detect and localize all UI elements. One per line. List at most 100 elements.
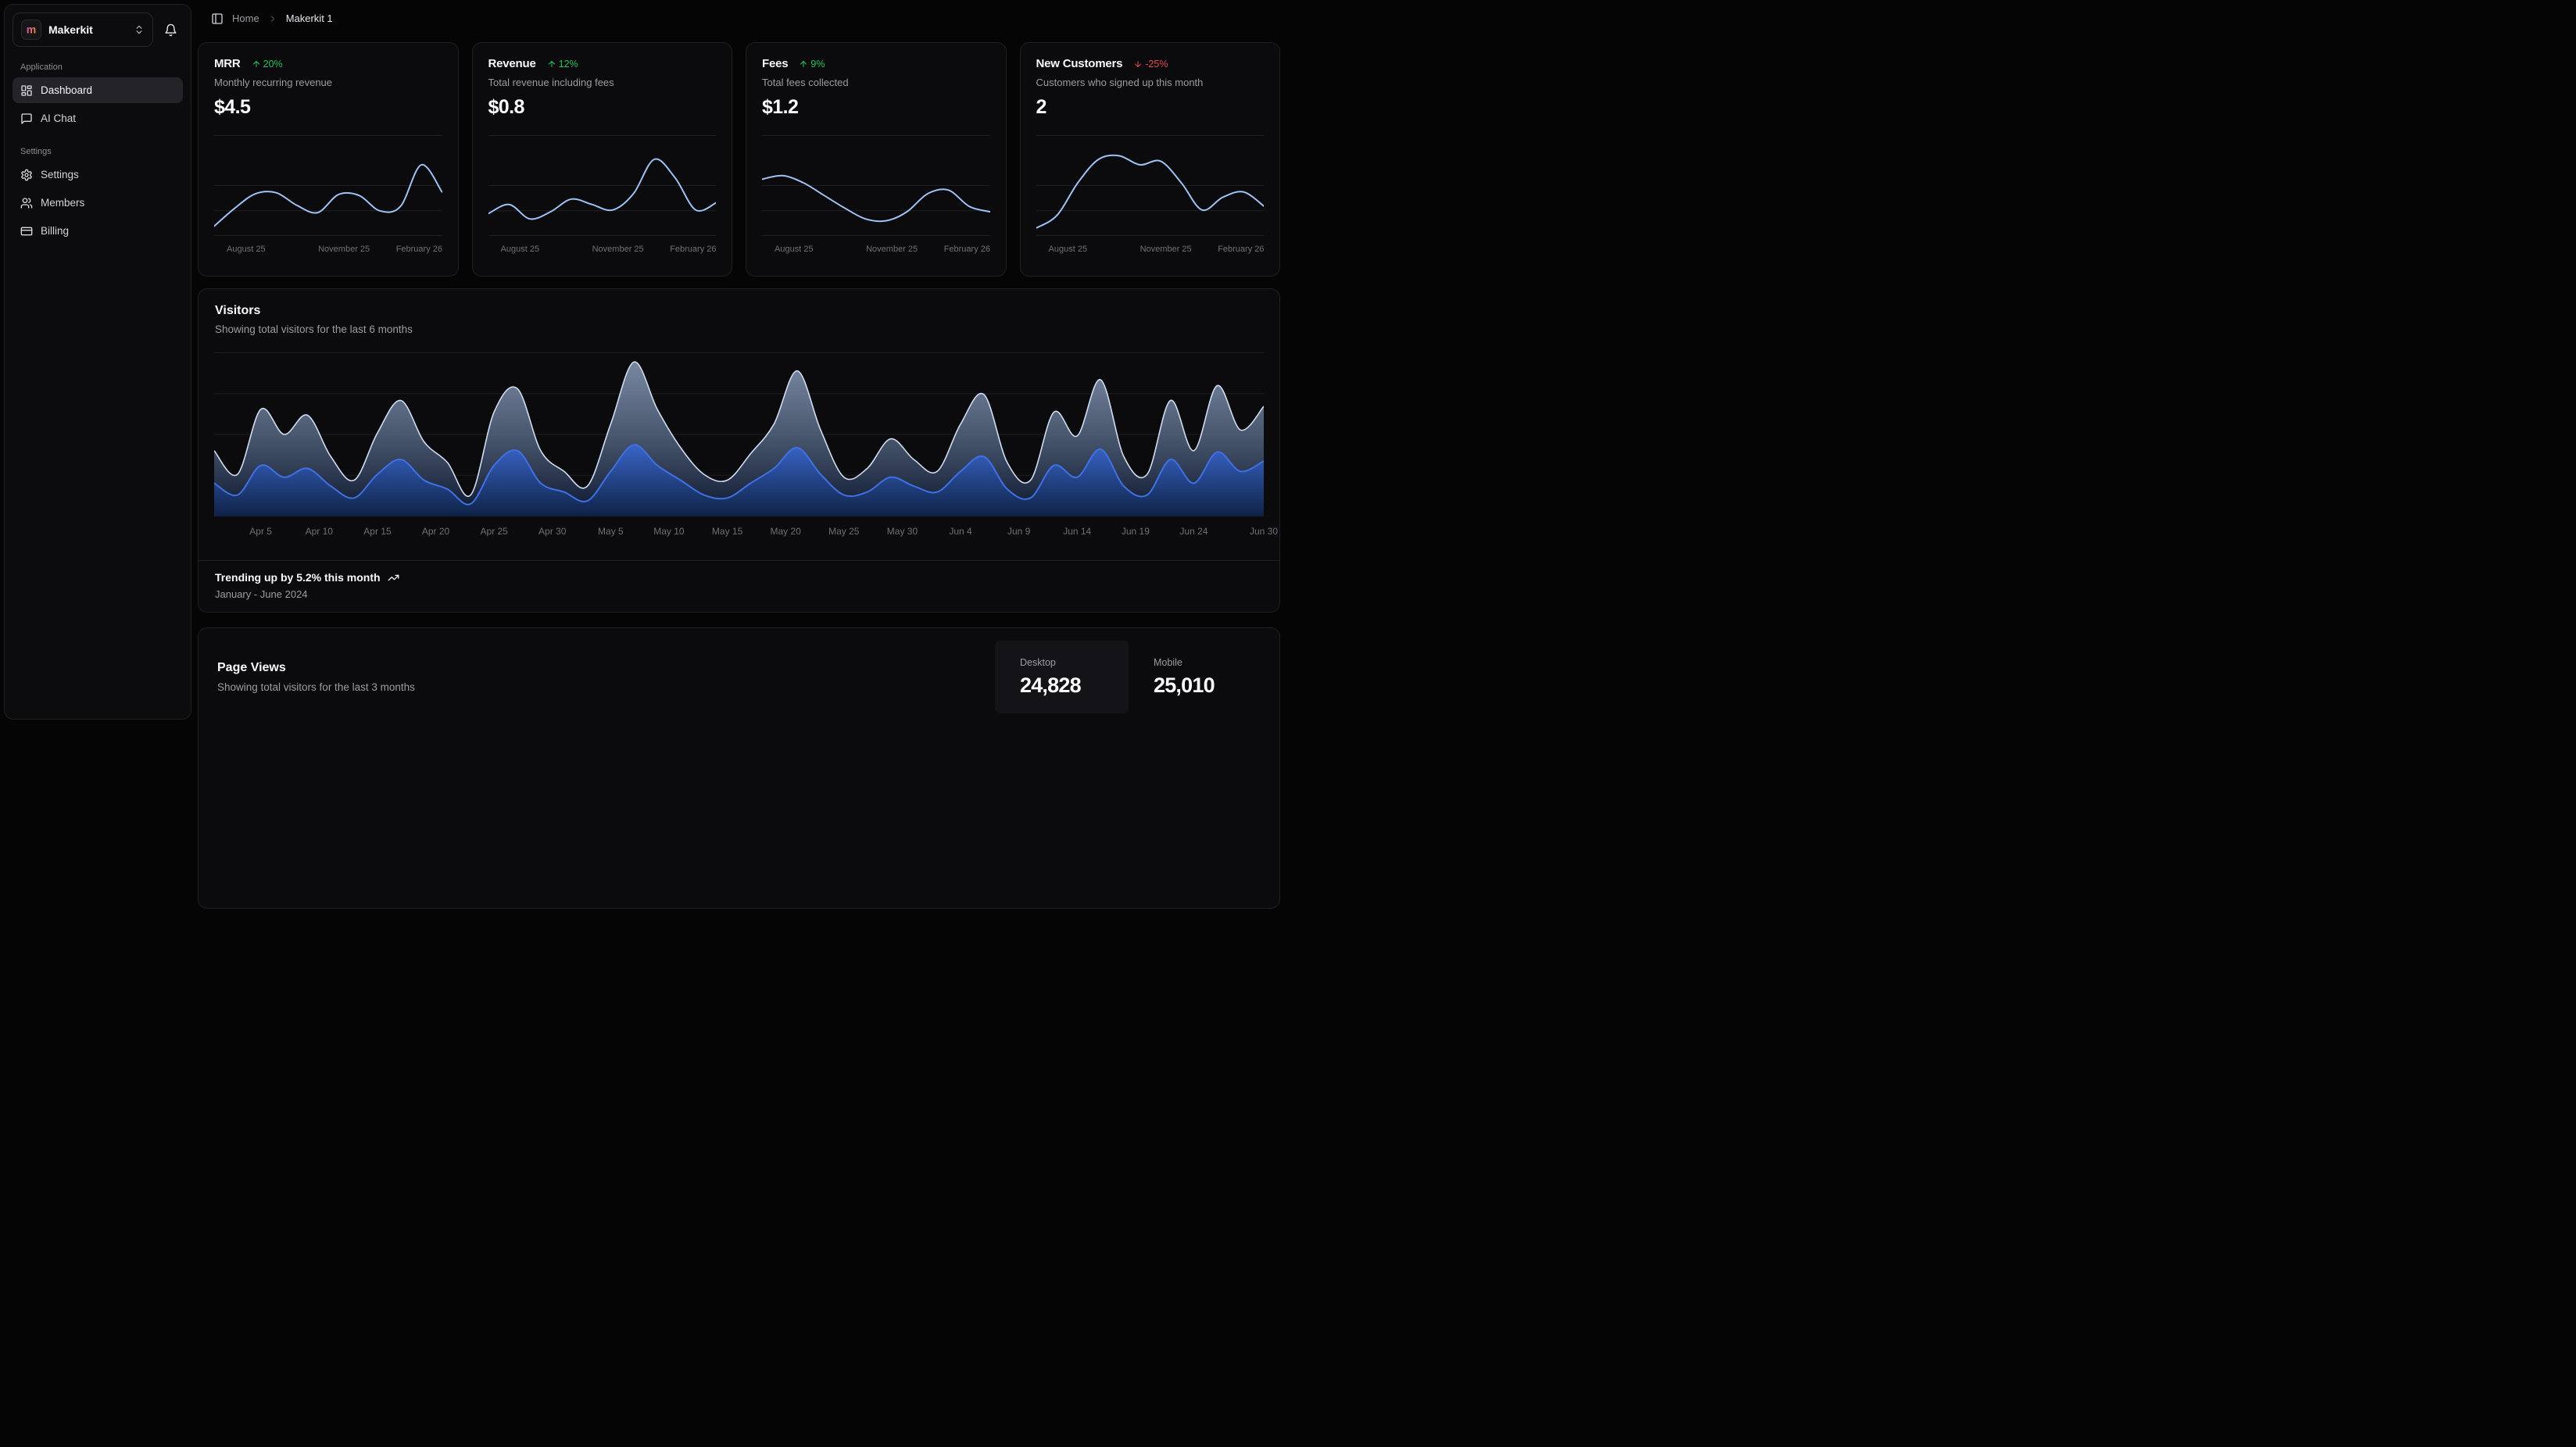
nav-section-label-application: Application [13,63,183,72]
visitors-tick-label: Jun 30 [1250,526,1278,537]
visitors-trend-text: Trending up by 5.2% this month [215,571,381,584]
fees-sparkline [762,135,990,236]
stat-card-subtitle: Total fees collected [762,77,990,88]
chevron-right-icon [268,14,277,23]
trending-up-icon [388,572,399,584]
main-content: Home Makerkit 1 MRR 20% Monthly recurring … [198,0,1280,909]
makerkit-logo-glyph: m [24,23,38,37]
stat-card-title: MRR [214,57,241,70]
users-icon [20,197,33,209]
sparkline-chart [488,135,717,236]
spark-tick-label: August 25 [1049,245,1088,254]
visitors-card-header: Visitors Showing total visitors for the … [199,289,1279,335]
sidebar: m Makerkit Application Dashboard AI Chat Se… [4,4,191,720]
stat-card-value: $0.8 [488,96,717,119]
visitors-card: Visitors Showing total visitors for the … [198,288,1280,613]
visitors-tick-label: Jun 14 [1063,526,1091,537]
visitors-area-chart [214,352,1264,516]
sidebar-item-ai-chat[interactable]: AI Chat [13,105,183,131]
visitors-tick-label: May 5 [598,526,624,537]
spark-tick-label: February 26 [396,245,442,254]
credit-card-icon [20,225,33,238]
trending-up-icon [388,572,399,584]
visitors-tick-label: Jun 4 [949,526,971,537]
stat-card-subtitle: Total revenue including fees [488,77,717,88]
visitors-subtitle: Showing total visitors for the last 6 mo… [215,323,1263,335]
breadcrumb-home-link[interactable]: Home [232,13,259,24]
spark-tick-label: August 25 [501,245,540,254]
stat-card-title: Revenue [488,57,536,70]
sparkline-chart [214,135,442,236]
workspace-name: Makerkit [48,23,127,36]
visitors-tick-label: Apr 10 [306,526,333,537]
stat-delta-badge: 20% [252,59,283,70]
page-views-card: Page Views Showing total visitors for th… [198,627,1280,909]
sidebar-toggle-button[interactable] [211,13,224,25]
stat-delta-value: 20% [263,59,283,70]
arrow-down-icon [1133,59,1143,69]
stat-card-new-customers: New Customers-25%Customers who signed up… [1020,42,1281,277]
page-views-toggles: Desktop 24,828 Mobile 25,010 [995,641,1262,713]
workspace-row: m Makerkit [13,13,183,47]
breadcrumb-current: Makerkit 1 [286,13,333,24]
stat-delta-badge: 12% [547,59,578,70]
spark-tick-label: November 25 [318,245,370,254]
stat-delta-value: -25% [1145,59,1168,70]
sidebar-item-label: Dashboard [41,84,92,96]
page-views-toggle-value: 24,828 [1020,673,1081,698]
stat-card-mrr: MRR20%Monthly recurring revenue$4.5Augus… [198,42,459,277]
stat-delta-value: 9% [810,59,825,70]
notifications-button[interactable] [158,17,183,42]
visitors-tick-label: May 15 [712,526,742,537]
visitors-tick-label: Apr 15 [363,526,391,537]
nav-section-label-settings: Settings [13,147,183,156]
page-views-toggle-label: Desktop [1020,657,1056,668]
sidebar-nav: Application Dashboard AI Chat Settings Setti… [13,63,183,244]
stat-card-title: New Customers [1036,57,1123,70]
sidebar-item-members[interactable]: Members [13,190,183,216]
workspace-selector[interactable]: m Makerkit [13,13,153,47]
sidebar-item-billing[interactable]: Billing [13,218,183,244]
panel-left-icon [211,13,224,25]
sidebar-item-label: Billing [41,225,69,237]
arrow-up-icon [799,59,808,69]
visitors-tick-label: Jun 9 [1007,526,1030,537]
bell-icon [164,23,177,37]
arrow-up-icon [547,59,556,69]
page-views-toggle-label: Mobile [1154,657,1182,668]
page-views-toggle-mobile[interactable]: Mobile 25,010 [1129,641,1262,713]
visitors-period-text: January - June 2024 [215,588,1263,600]
sparkline-x-axis: August 25November 25February 26 [1036,245,1265,255]
chevrons-up-down-icon [134,24,145,35]
breadcrumb: Home Makerkit 1 [198,0,1280,37]
visitors-x-axis: Apr 5Apr 10Apr 15Apr 20Apr 25Apr 30May 5… [214,526,1264,538]
stat-delta-badge: 9% [799,59,825,70]
sidebar-item-settings[interactable]: Settings [13,162,183,188]
stat-card-revenue: Revenue 12% Total revenue including fees $0… [472,42,733,277]
stat-delta-badge: -25% [1133,59,1168,70]
spark-tick-label: February 26 [670,245,716,254]
visitors-tick-label: May 30 [887,526,918,537]
svg-text:m: m [27,23,36,36]
sidebar-item-label: Members [41,197,84,209]
gear-icon [20,169,33,181]
page-views-toggle-desktop[interactable]: Desktop 24,828 [995,641,1129,713]
chevron-right-icon [268,14,277,23]
panel-left-icon [211,13,224,25]
spark-tick-label: February 26 [944,245,990,254]
sparkline-x-axis: August 25November 25February 26 [762,245,990,255]
visitors-tick-label: May 25 [828,526,859,537]
visitors-tick-label: May 20 [770,526,800,537]
stat-delta-value: 12% [559,59,578,70]
visitors-tick-label: Apr 5 [249,526,272,537]
stat-card-fees: Fees9%Total fees collected$1.2August 25N… [746,42,1007,277]
sparkline-x-axis: August 25November 25February 26 [214,245,442,255]
sparkline-chart [1036,135,1265,236]
sidebar-item-dashboard[interactable]: Dashboard [13,77,183,103]
visitors-title: Visitors [215,304,1263,318]
spark-tick-label: November 25 [866,245,918,254]
stat-card-subtitle: Monthly recurring revenue [214,77,442,88]
visitors-tick-label: Jun 19 [1122,526,1150,537]
revenue-sparkline [488,135,717,236]
page-views-toggle-value: 25,010 [1154,673,1215,698]
